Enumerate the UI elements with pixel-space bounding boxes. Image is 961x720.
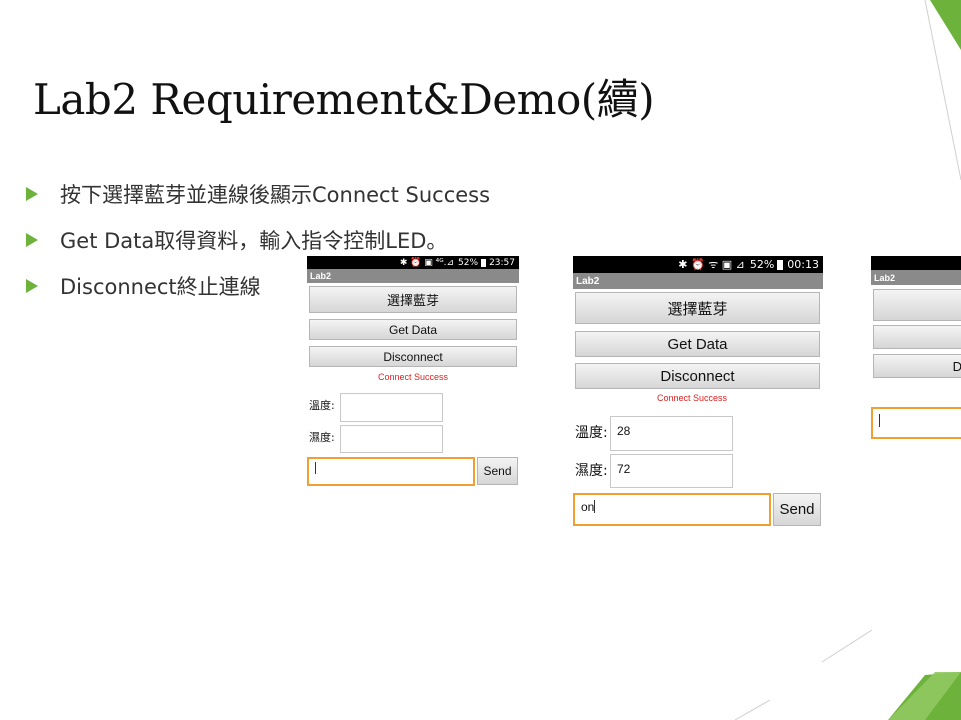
select-bluetooth-button[interactable]	[873, 289, 961, 321]
humidity-field[interactable]	[340, 425, 443, 453]
command-input-text: on	[581, 500, 595, 514]
get-data-button[interactable]: Get Data	[309, 319, 517, 340]
send-button[interactable]: Send	[477, 457, 518, 485]
bullet-triangle-icon	[26, 187, 38, 201]
temperature-label: 溫度:	[575, 425, 608, 441]
disconnect-button[interactable]: D	[873, 354, 961, 378]
connection-status-text: Connect Success	[377, 372, 449, 382]
slide-title: Lab2 Requirement&Demo(續)	[33, 75, 655, 124]
battery-icon	[481, 258, 487, 267]
bullet-text: Disconnect終止連線	[60, 275, 261, 299]
bullet-triangle-icon	[26, 279, 38, 293]
disconnect-button[interactable]: Disconnect	[575, 363, 820, 389]
bottom-line-2	[734, 699, 771, 720]
temperature-field[interactable]	[340, 393, 443, 422]
bullet-triangle-icon	[26, 233, 38, 247]
bullet-text: Get Data取得資料，輸入指令控制LED。	[60, 229, 448, 253]
bullet-text: 按下選擇藍芽並連線後顯示Connect Success	[60, 183, 491, 207]
disconnect-button[interactable]: Disconnect	[309, 346, 517, 367]
app-title-bar: Lab2	[573, 273, 823, 289]
select-bluetooth-button[interactable]: 選擇藍芽	[575, 292, 820, 324]
battery-icon	[777, 259, 784, 270]
text-caret	[879, 414, 880, 427]
humidity-label: 濕度:	[575, 463, 608, 479]
android-status-bar: ✱ ⏰ ▣ ⁴ᴳ.⊿ 52% 23:57	[307, 256, 519, 269]
command-input[interactable]	[307, 457, 475, 486]
humidity-field[interactable]: 72	[610, 454, 733, 488]
select-bluetooth-button[interactable]: 選擇藍芽	[309, 286, 517, 313]
phone-screenshot-1: ✱ ⏰ ▣ ⁴ᴳ.⊿ 52% 23:57 Lab2 選擇藍芽 Get Data …	[307, 256, 519, 492]
send-button[interactable]: Send	[773, 493, 821, 526]
app-title: Lab2	[576, 275, 600, 287]
text-caret	[594, 500, 596, 513]
clock: 23:57	[489, 257, 515, 268]
clock: 00:13	[787, 258, 819, 271]
top-right-accent	[930, 0, 961, 50]
status-icons: ✱ ⏰ ᯤ ▣ ⊿	[678, 258, 745, 271]
temperature-field[interactable]: 28	[610, 416, 733, 451]
status-icons: ✱ ⏰ ▣ ⁴ᴳ.⊿	[399, 257, 455, 268]
app-title-bar: Lab2	[871, 270, 961, 285]
humidity-label: 濕度:	[309, 431, 335, 444]
battery-level: 52%	[749, 258, 775, 271]
get-data-button[interactable]: Get Data	[575, 331, 820, 357]
android-status-bar: ✱ ⏰ ᯤ ▣ ⊿ 52% 00:13	[573, 256, 823, 273]
text-caret	[315, 462, 316, 474]
phone-screenshot-2: ✱ ⏰ ᯤ ▣ ⊿ 52% 00:13 Lab2 選擇藍芽 Get Data D…	[573, 256, 823, 529]
disconnect-button-label: D	[952, 358, 961, 374]
phone-screenshot-3: Lab2 D	[871, 256, 961, 446]
bottom-line-1	[821, 629, 873, 663]
command-input[interactable]	[871, 407, 961, 439]
temperature-label: 溫度:	[309, 399, 335, 412]
app-title: Lab2	[874, 272, 896, 283]
android-status-bar	[871, 256, 961, 270]
app-title-bar: Lab2	[307, 269, 519, 283]
app-title: Lab2	[310, 271, 332, 281]
get-data-button[interactable]	[873, 325, 961, 349]
battery-level: 52%	[458, 257, 479, 268]
connection-status-text: Connect Success	[656, 393, 728, 403]
bullet-item: 按下選擇藍芽並連線後顯示Connect Success	[26, 171, 490, 217]
command-input[interactable]: on	[573, 493, 771, 526]
